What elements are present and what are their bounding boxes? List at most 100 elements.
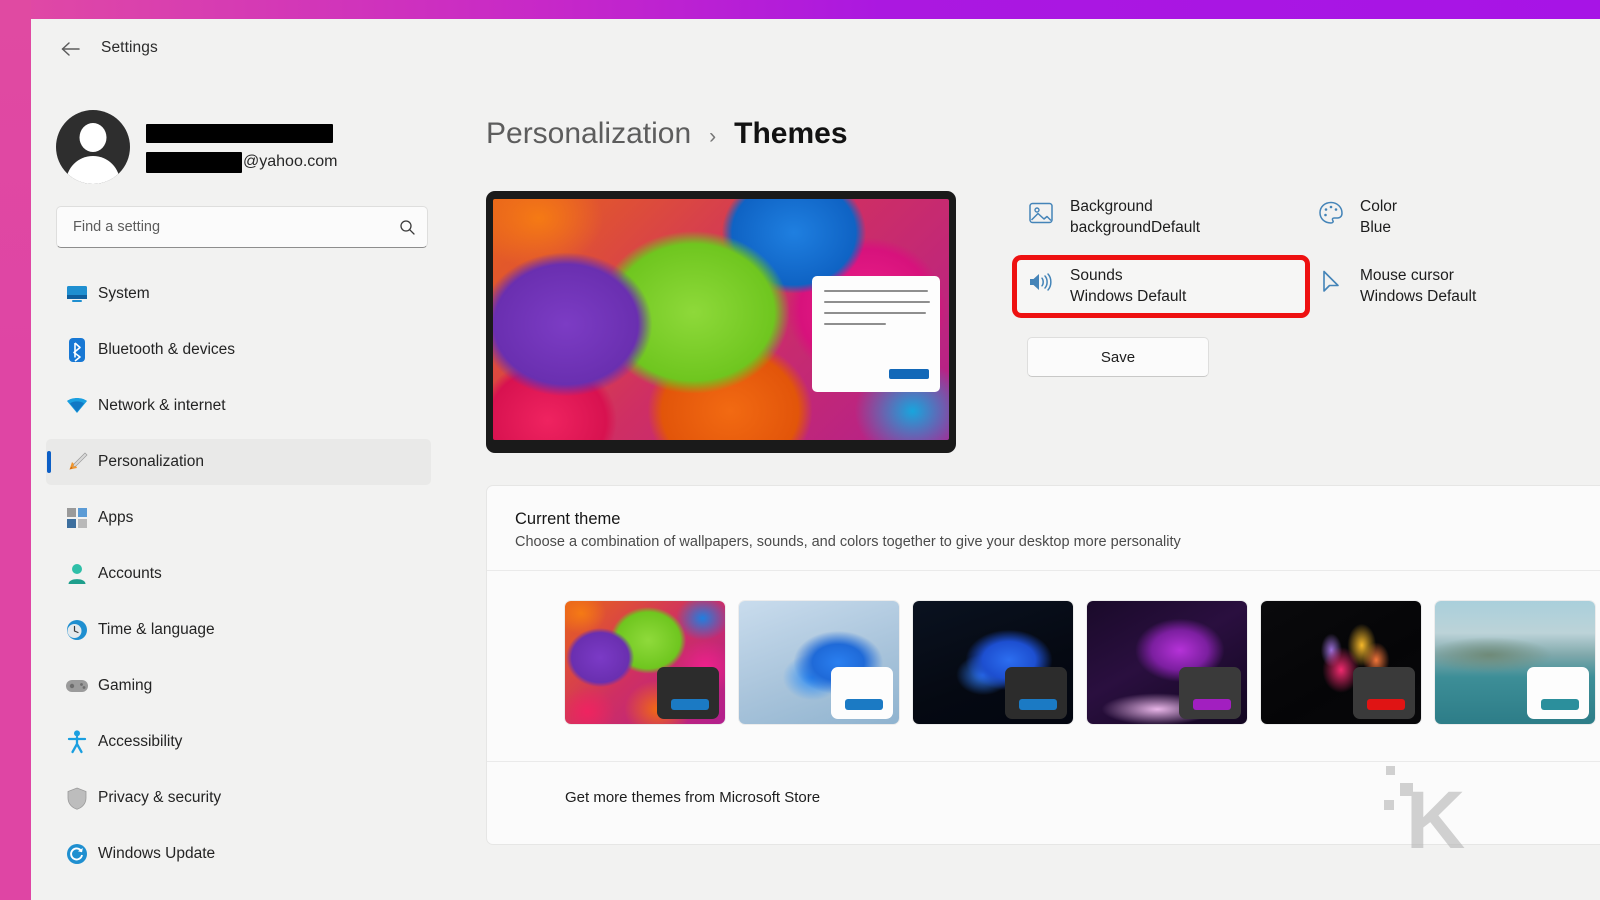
thumb-window-mockup (1005, 667, 1067, 719)
theme-thumb-captured-motion[interactable] (1435, 601, 1595, 724)
sidebar: @yahoo.com Find a setting System Bluetoo… (31, 77, 441, 900)
palette-icon (1316, 198, 1346, 228)
option-sounds[interactable]: Sounds Windows Default (1012, 255, 1310, 318)
thumb-accent-bar (1541, 699, 1579, 710)
thumb-accent-bar (845, 699, 883, 710)
theme-thumb-glow[interactable] (1087, 601, 1247, 724)
thumb-window-mockup (831, 667, 893, 719)
theme-thumb-windows-light[interactable] (739, 601, 899, 724)
thumb-window-mockup (1527, 667, 1589, 719)
option-text: Sounds Windows Default (1070, 267, 1186, 306)
option-text: Background backgroundDefault (1070, 198, 1200, 237)
page-title: Themes (734, 117, 848, 150)
sidebar-item-accessibility[interactable]: Accessibility (46, 719, 431, 765)
sidebar-item-label: Windows Update (98, 845, 216, 862)
preview-window-mockup (812, 276, 940, 392)
sidebar-item-system[interactable]: System (46, 271, 431, 317)
cursor-icon (1316, 267, 1346, 297)
person-icon (65, 562, 89, 586)
option-value: Windows Default (1070, 288, 1187, 305)
get-more-themes-link[interactable]: Get more themes from Microsoft Store (487, 762, 1600, 832)
accessibility-icon (65, 730, 89, 754)
breadcrumb-separator-icon: › (709, 125, 717, 148)
paintbrush-icon (65, 450, 89, 474)
mockup-line (824, 323, 886, 326)
app-title: Settings (101, 39, 158, 56)
user-avatar-icon (56, 110, 130, 184)
option-background[interactable]: Background backgroundDefault (1016, 190, 1306, 245)
option-text: Mouse cursor Windows Default (1360, 267, 1476, 306)
sidebar-item-label: Privacy & security (98, 789, 222, 806)
sidebar-item-label: System (98, 285, 150, 302)
account-name-redacted (146, 123, 333, 143)
sidebar-item-apps[interactable]: Apps (46, 495, 431, 541)
theme-thumb-flow[interactable] (1261, 601, 1421, 724)
sidebar-item-windows-update[interactable]: Windows Update (46, 831, 431, 877)
sidebar-item-label: Accounts (98, 565, 162, 582)
sidebar-item-gaming[interactable]: Gaming (46, 663, 431, 709)
update-icon (65, 842, 89, 866)
current-theme-title: Current theme (515, 510, 621, 528)
option-title: Mouse cursor (1360, 267, 1454, 284)
sidebar-item-label: Bluetooth & devices (98, 341, 236, 358)
sidebar-item-bluetooth-devices[interactable]: Bluetooth & devices (46, 327, 431, 373)
search-input[interactable]: Find a setting (56, 206, 428, 248)
shield-icon (65, 786, 89, 810)
breadcrumb: Personalization › Themes (486, 117, 848, 151)
option-color[interactable]: Color Blue (1306, 190, 1586, 245)
sidebar-nav: System Bluetooth & devices Network & int… (46, 271, 431, 887)
option-value: Windows Default (1360, 288, 1477, 305)
sidebar-item-label: Gaming (98, 677, 153, 694)
thumb-accent-bar (1193, 699, 1231, 710)
option-value: Blue (1360, 219, 1392, 236)
option-title: Background (1070, 198, 1153, 215)
mockup-line (824, 312, 926, 315)
account-tile[interactable]: @yahoo.com (56, 107, 416, 187)
current-theme-subtitle: Choose a combination of wallpapers, soun… (515, 534, 1181, 550)
settings-window: Settings @yahoo.com Find a setting Syste… (31, 19, 1600, 900)
account-email-domain: @yahoo.com (243, 153, 338, 170)
frame-top-gradient (0, 0, 1600, 19)
main-content: Personalization › Themes Background back… (441, 77, 1600, 900)
title-bar: Settings (31, 19, 1600, 77)
wifi-icon (65, 394, 89, 418)
back-arrow-icon[interactable] (53, 33, 87, 65)
theme-options-grid: Background backgroundDefault Color Blue … (1012, 190, 1586, 318)
current-theme-card: Current theme Choose a combination of wa… (486, 485, 1600, 845)
sidebar-item-label: Time & language (98, 621, 215, 638)
frame-left-gradient (0, 0, 31, 900)
mockup-line (824, 290, 928, 293)
sidebar-item-accounts[interactable]: Accounts (46, 551, 431, 597)
thumb-accent-bar (1019, 699, 1057, 710)
thumb-accent-bar (1367, 699, 1405, 710)
option-title: Sounds (1070, 267, 1123, 284)
thumb-window-mockup (657, 667, 719, 719)
gamepad-icon (65, 674, 89, 698)
get-more-themes-label: Get more themes from Microsoft Store (565, 788, 821, 806)
thumb-accent-bar (671, 699, 709, 710)
theme-thumbnail-row (487, 571, 1600, 761)
breadcrumb-personalization[interactable]: Personalization (486, 117, 691, 151)
theme-preview-wallpaper (493, 199, 949, 440)
current-theme-header: Current theme Choose a combination of wa… (487, 486, 1600, 570)
mockup-accent-button (889, 368, 929, 379)
option-mouse-cursor[interactable]: Mouse cursor Windows Default (1306, 259, 1586, 314)
mockup-line (824, 301, 930, 304)
save-button[interactable]: Save (1027, 337, 1209, 377)
thumb-window-mockup (1179, 667, 1241, 719)
monitor-icon (65, 282, 89, 306)
theme-thumb-umbrellas[interactable] (565, 601, 725, 724)
sidebar-item-time-language[interactable]: Time & language (46, 607, 431, 653)
option-title: Color (1360, 198, 1398, 215)
theme-thumb-windows-dark[interactable] (913, 601, 1073, 724)
sidebar-item-network-internet[interactable]: Network & internet (46, 383, 431, 429)
sidebar-item-label: Personalization (98, 453, 204, 470)
account-email: @yahoo.com (146, 151, 338, 173)
bluetooth-icon (65, 338, 89, 362)
sidebar-item-label: Network & internet (98, 397, 226, 414)
search-placeholder: Find a setting (73, 219, 161, 235)
sidebar-item-label: Accessibility (98, 733, 183, 750)
sidebar-item-personalization[interactable]: Personalization (46, 439, 431, 485)
sidebar-item-privacy-security[interactable]: Privacy & security (46, 775, 431, 821)
search-icon (387, 219, 427, 236)
